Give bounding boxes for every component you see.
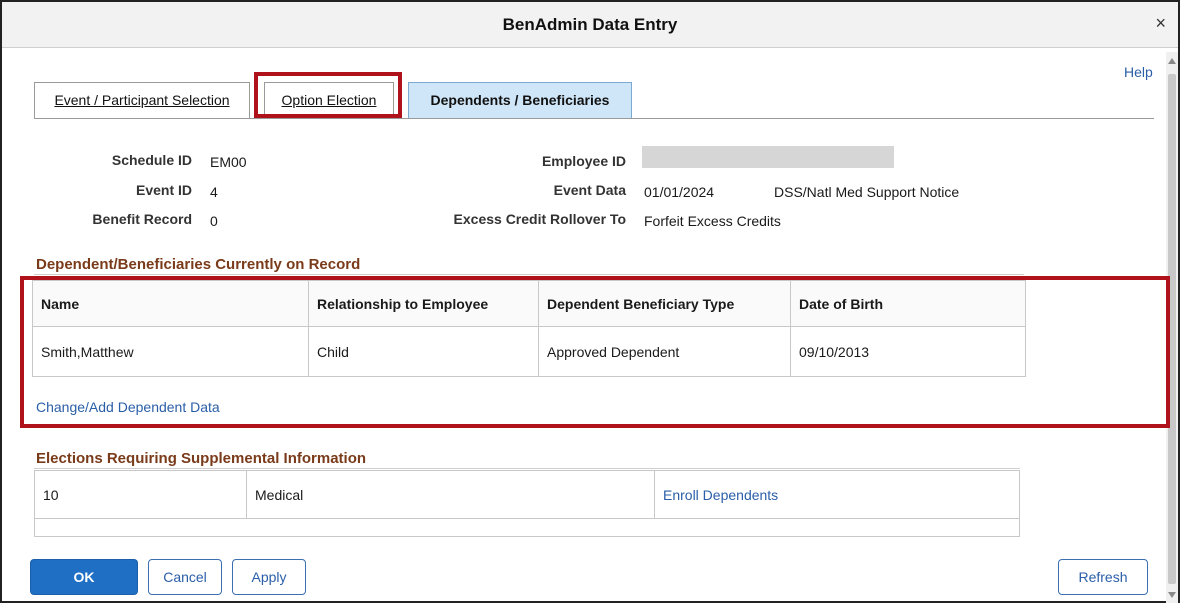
help-link[interactable]: Help (1124, 64, 1153, 80)
supplemental-section-title: Elections Requiring Supplemental Informa… (36, 450, 367, 467)
event-data-label: Event Data (553, 182, 626, 198)
close-icon[interactable]: × (1155, 14, 1166, 32)
schedule-id-label: Schedule ID (111, 152, 192, 168)
employee-id-label: Employee ID (541, 153, 626, 169)
tab-event-participant-selection[interactable]: Event / Participant Selection (34, 82, 250, 118)
event-id-label: Event ID (135, 182, 192, 198)
event-data-date: 01/01/2024 (644, 184, 715, 200)
title-bar: BenAdmin Data Entry × (2, 2, 1178, 48)
employee-id-redacted (642, 146, 894, 168)
event-id-value: 4 (210, 184, 218, 200)
cell-action: Enroll Dependents (654, 470, 1020, 519)
section-divider (34, 468, 1020, 469)
dependents-section-title: Dependent/Beneficiaries Currently on Rec… (36, 256, 361, 273)
table-row-empty (34, 518, 1020, 537)
cancel-button[interactable]: Cancel (148, 559, 222, 595)
enroll-dependents-link[interactable]: Enroll Dependents (663, 487, 778, 503)
dialog-window: BenAdmin Data Entry × Help Event / Parti… (0, 0, 1180, 603)
scroll-down-icon[interactable] (1168, 592, 1176, 598)
cell-plan-type: Medical (246, 470, 655, 519)
apply-button[interactable]: Apply (232, 559, 306, 595)
event-data-description: DSS/Natl Med Support Notice (774, 184, 960, 200)
benefit-record-value: 0 (210, 213, 218, 229)
tab-divider (34, 118, 1154, 119)
highlight-option-election (254, 72, 402, 118)
scroll-up-icon[interactable] (1168, 58, 1176, 64)
ok-button[interactable]: OK (30, 559, 138, 595)
benefit-record-label: Benefit Record (92, 211, 192, 227)
section-divider (34, 274, 1024, 275)
cell-option-code: 10 (34, 470, 247, 519)
excess-credit-label: Excess Credit Rollover To (453, 211, 626, 227)
tab-label: Dependents / Beneficiaries (430, 92, 610, 108)
refresh-button[interactable]: Refresh (1058, 559, 1148, 595)
dialog-title: BenAdmin Data Entry (502, 15, 678, 34)
table-row: 10 Medical Enroll Dependents (34, 470, 1020, 519)
highlight-dependents-table (20, 276, 1170, 428)
empty-cell (34, 518, 1020, 537)
tab-dependents-beneficiaries[interactable]: Dependents / Beneficiaries (408, 82, 632, 118)
tab-label: Event / Participant Selection (54, 92, 230, 108)
schedule-id-value: EM00 (210, 154, 247, 170)
supplemental-table: 10 Medical Enroll Dependents (34, 470, 1020, 537)
excess-credit-value: Forfeit Excess Credits (644, 213, 781, 229)
